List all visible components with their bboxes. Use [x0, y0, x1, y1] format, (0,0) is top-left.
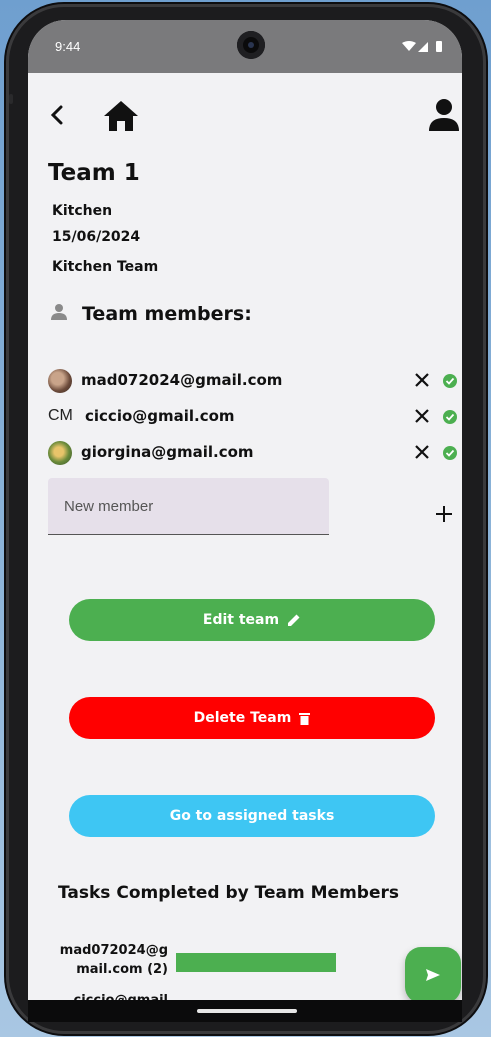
member-row: CM ciccio@gmail.com	[48, 402, 462, 432]
app-bar	[28, 97, 462, 137]
members-section-title: Team members:	[82, 303, 252, 325]
page-content: Team 1 Kitchen 15/06/2024 Kitchen Team T…	[28, 73, 462, 1000]
phone-side-button	[9, 94, 13, 104]
edit-team-label: Edit team	[202, 612, 280, 628]
home-icon[interactable]	[103, 100, 139, 132]
team-description: Kitchen Team	[52, 259, 159, 275]
remove-member-close-icon[interactable]	[412, 370, 432, 390]
send-fab-button[interactable]	[405, 947, 461, 1000]
screen: 9:44 Team 1 Kitchen 15/06/2024 Kitchen T…	[28, 20, 462, 1000]
chart-title: Tasks Completed by Team Members	[58, 883, 399, 903]
home-indicator[interactable]	[197, 1009, 297, 1013]
delete-team-button[interactable]: Delete Team	[69, 697, 435, 739]
check-circle-icon	[443, 446, 457, 460]
battery-icon	[436, 41, 442, 52]
check-circle-icon	[443, 410, 457, 424]
status-time: 9:44	[55, 39, 81, 54]
delete-team-label: Delete Team	[193, 710, 292, 726]
team-category: Kitchen	[52, 203, 113, 219]
status-bar: 9:44	[28, 20, 462, 73]
bar-label: mad072024@g mail.com (2)	[59, 943, 168, 977]
assigned-tasks-button[interactable]: Go to assigned tasks	[69, 795, 435, 837]
profile-icon[interactable]	[428, 98, 460, 132]
team-date: 15/06/2024	[52, 229, 141, 245]
members-person-icon	[51, 304, 67, 320]
member-row: giorgina@gmail.com	[48, 438, 462, 468]
team-title: Team 1	[48, 160, 140, 186]
wifi-icon	[402, 41, 416, 51]
front-camera	[237, 31, 265, 59]
bar-label: ciccio@gmail(2)	[38, 991, 169, 1000]
signal-icon	[418, 42, 428, 52]
new-member-input[interactable]	[48, 478, 329, 534]
edit-team-button[interactable]: Edit team	[69, 599, 435, 641]
check-circle-icon	[443, 374, 457, 388]
pencil-icon	[288, 614, 300, 626]
system-status-icons	[402, 41, 442, 52]
member-email: ciccio@gmail.com	[85, 407, 235, 425]
remove-member-close-icon[interactable]	[412, 442, 432, 462]
member-email: mad072024@gmail.com	[81, 371, 283, 389]
back-arrow-icon[interactable]	[50, 105, 64, 125]
member-row: mad072024@gmail.com	[48, 366, 462, 396]
new-member-field	[48, 478, 329, 535]
add-member-plus-icon[interactable]	[433, 503, 455, 525]
trash-icon	[299, 712, 311, 725]
member-email: giorgina@gmail.com	[81, 443, 254, 461]
remove-member-close-icon[interactable]	[412, 406, 432, 426]
assigned-tasks-label: Go to assigned tasks	[169, 808, 335, 824]
bar	[176, 953, 336, 972]
member-initials-avatar: CM	[48, 407, 73, 424]
member-avatar	[48, 441, 72, 465]
member-avatar	[48, 369, 72, 393]
send-icon	[426, 969, 440, 981]
